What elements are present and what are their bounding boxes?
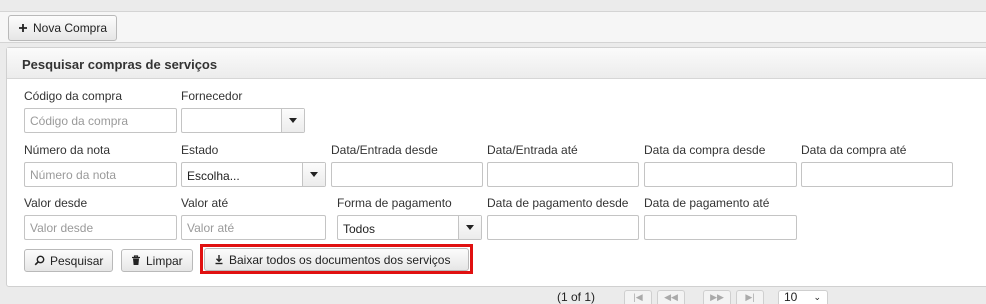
new-purchase-button[interactable]: Nova Compra (8, 15, 118, 41)
pagamento-ate-input[interactable] (644, 215, 797, 240)
valor-ate-label: Valor até (181, 196, 229, 210)
search-icon (34, 255, 45, 266)
codigo-label: Código da compra (24, 89, 123, 103)
pagamento-desde-label: Data de pagamento desde (487, 196, 629, 210)
forma-pagamento-value: Todos (343, 222, 376, 236)
chevron-down-icon[interactable] (281, 109, 304, 132)
entrada-ate-input[interactable] (487, 162, 639, 187)
trash-icon (131, 255, 141, 266)
fornecedor-label: Fornecedor (181, 89, 243, 103)
plus-icon (18, 23, 28, 33)
codigo-input[interactable] (24, 108, 177, 133)
search-button[interactable]: Pesquisar (24, 249, 114, 272)
estado-value: Escolha... (187, 169, 240, 183)
new-purchase-label: Nova Compra (33, 21, 108, 35)
valor-desde-input[interactable] (24, 215, 177, 240)
forma-pagamento-label: Forma de pagamento (337, 196, 452, 210)
pagamento-ate-label: Data de pagamento até (644, 196, 770, 210)
search-button-label: Pesquisar (50, 253, 104, 268)
forma-pagamento-select[interactable]: Todos (337, 215, 482, 240)
fornecedor-select[interactable] (181, 108, 305, 133)
estado-select[interactable]: Escolha... (181, 162, 326, 187)
download-all-label: Baixar todos os documentos dos serviços (229, 252, 451, 267)
numero-nota-label: Número da nota (24, 143, 111, 157)
top-toolbar: Nova Compra (0, 11, 986, 43)
download-all-button[interactable]: Baixar todos os documentos dos serviços (204, 248, 469, 271)
numero-nota-input[interactable] (24, 162, 177, 187)
compra-ate-input[interactable] (801, 162, 953, 187)
chevron-down-icon[interactable] (458, 216, 481, 239)
entrada-desde-input[interactable] (331, 162, 483, 187)
compra-desde-input[interactable] (644, 162, 797, 187)
pagamento-desde-input[interactable] (487, 215, 639, 240)
entrada-ate-label: Data/Entrada até (487, 143, 578, 157)
clear-button-label: Limpar (146, 253, 183, 268)
search-panel-header: Pesquisar compras de serviços (7, 48, 986, 79)
valor-desde-label: Valor desde (24, 196, 88, 210)
compra-desde-label: Data da compra desde (644, 143, 766, 157)
chevron-down-icon: ⌄ (813, 292, 821, 302)
chevron-down-icon[interactable] (302, 163, 325, 186)
estado-label: Estado (181, 143, 219, 157)
panel-title: Pesquisar compras de serviços (22, 57, 218, 72)
compra-ate-label: Data da compra até (801, 143, 907, 157)
download-icon (214, 254, 224, 265)
valor-ate-input[interactable] (181, 215, 326, 240)
entrada-desde-label: Data/Entrada desde (331, 143, 438, 157)
clear-button[interactable]: Limpar (121, 249, 193, 272)
